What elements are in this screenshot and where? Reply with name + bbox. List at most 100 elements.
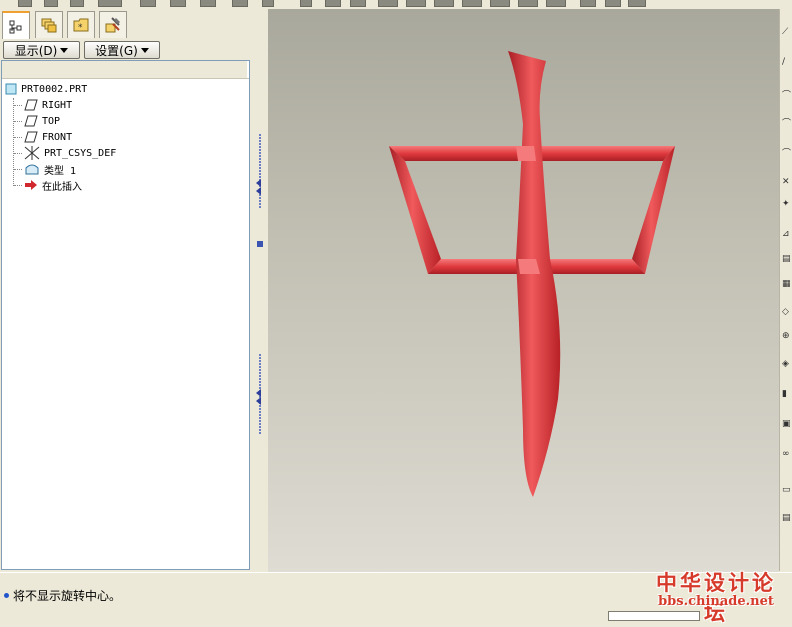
part-icon <box>5 83 17 95</box>
svg-text:*: * <box>78 23 83 33</box>
toolbar-button-icon[interactable] <box>518 0 538 7</box>
toolbar-button-icon[interactable] <box>70 0 84 7</box>
toolbar-button-icon[interactable] <box>406 0 426 7</box>
status-message: 将不显示旋转中心。 <box>4 587 121 604</box>
tree-connector <box>14 169 22 170</box>
datum-plane-icon <box>24 131 38 143</box>
tool-icon[interactable]: ◈ <box>782 359 792 369</box>
toolbar-button-icon[interactable] <box>232 0 248 7</box>
toolbar-button-icon[interactable] <box>300 0 312 7</box>
tool-icon[interactable]: / <box>782 57 792 67</box>
tree-item-insert-here[interactable]: 在此插入 <box>24 177 82 193</box>
graphics-viewport[interactable] <box>268 9 779 572</box>
star-folder-icon: * <box>73 18 89 33</box>
model-frame-right-bar <box>632 146 675 274</box>
toolbar-button-icon[interactable] <box>628 0 646 7</box>
toolbar-button-icon[interactable] <box>262 0 274 7</box>
watermark-url: bbs.chinade.net <box>658 594 774 609</box>
tree-item-label: 在此插入 <box>42 181 82 193</box>
tree-connector <box>13 98 14 186</box>
status-message-text: 将不显示旋转中心。 <box>13 589 122 603</box>
layer-tree-tab[interactable] <box>35 11 63 38</box>
toolbar-button-icon[interactable] <box>350 0 366 7</box>
tree-item-top[interactable]: TOP <box>24 113 60 129</box>
toolbar-button-icon[interactable] <box>434 0 454 7</box>
chevron-down-icon <box>60 47 69 53</box>
tool-icon[interactable]: ▤ <box>782 513 792 523</box>
toolbar-button-icon[interactable] <box>325 0 341 7</box>
toolbar-button-icon[interactable] <box>546 0 566 7</box>
site-watermark: 中华设计论坛 bbs.chinade.net <box>645 567 787 625</box>
toolbar-button-icon[interactable] <box>170 0 186 7</box>
toolbar-button-icon[interactable] <box>18 0 32 7</box>
settings-menu-button[interactable]: 设置(G) <box>84 41 160 59</box>
tool-icon[interactable]: ∞ <box>782 449 792 459</box>
tool-icon[interactable]: ◇ <box>782 307 792 317</box>
tool-icon[interactable]: ▤ <box>782 254 792 264</box>
tree-connector <box>14 185 22 186</box>
sash-grip <box>259 134 261 209</box>
folder-layers-icon <box>41 18 57 33</box>
settings-menu-label: 设置(G) <box>95 43 138 58</box>
navigator-button-row: 显示(D) 设置(G) <box>0 39 252 61</box>
tree-item-label: FRONT <box>42 131 73 143</box>
tree-connector <box>14 105 22 106</box>
tree-item-label: RIGHT <box>42 99 73 111</box>
tree-item-front[interactable]: FRONT <box>24 129 72 145</box>
display-menu-label: 显示(D) <box>14 43 58 58</box>
display-menu-button[interactable]: 显示(D) <box>3 41 80 59</box>
collapse-arrow-icon[interactable] <box>256 397 261 405</box>
tool-icon[interactable]: ⌒ <box>782 91 792 101</box>
collapse-arrow-icon[interactable] <box>256 389 261 397</box>
model-tree-tab[interactable] <box>2 11 30 40</box>
part-model-render <box>389 51 675 497</box>
tree-item-label: PRT_CSYS_DEF <box>44 147 117 159</box>
tree-connector <box>14 153 22 154</box>
toolbar-button-icon[interactable] <box>580 0 596 7</box>
tool-icon[interactable]: ▦ <box>782 279 792 289</box>
toolbar-button-icon[interactable] <box>140 0 156 7</box>
sash-marker-icon <box>257 241 263 247</box>
toolbar-button-icon[interactable] <box>200 0 216 7</box>
tool-icon[interactable]: ✦ <box>782 199 792 209</box>
tree-item-feature[interactable]: 类型 1 <box>24 161 76 177</box>
tree-item-label: 类型 1 <box>44 165 77 177</box>
hammer-wrench-icon <box>105 17 120 33</box>
feature-icon <box>25 164 39 175</box>
tools-tab[interactable] <box>99 11 127 38</box>
message-bullet-icon <box>4 593 9 598</box>
favorites-tab[interactable]: * <box>67 11 95 38</box>
toolbar-button-icon[interactable] <box>44 0 58 7</box>
tree-root-item[interactable]: PRT0002.PRT <box>5 81 87 97</box>
tool-icon[interactable]: ▭ <box>782 485 792 495</box>
tool-icon[interactable]: ⟋ <box>782 27 792 37</box>
tree-connector <box>14 137 22 138</box>
datum-plane-icon <box>24 115 38 127</box>
toolbar-button-icon[interactable] <box>98 0 122 7</box>
tool-icon[interactable]: ⊿ <box>782 229 792 239</box>
navigator-tabs: * <box>0 9 252 40</box>
model-tree[interactable]: PRT0002.PRT RIGHT TOP FRONT PRT_CSYS_DEF… <box>1 60 250 570</box>
tool-icon[interactable]: ▮ <box>782 389 792 399</box>
toolbar-button-icon[interactable] <box>378 0 398 7</box>
collapse-arrow-icon[interactable] <box>256 187 261 195</box>
navigator-sash[interactable] <box>252 9 268 571</box>
tool-icon[interactable]: ✕ <box>782 177 792 187</box>
tool-icon[interactable]: ⊕ <box>782 331 792 341</box>
coordinate-system-icon <box>24 146 40 160</box>
tool-icon[interactable]: ⌒ <box>782 149 792 159</box>
tree-item-label: TOP <box>42 115 61 127</box>
tool-icon[interactable]: ⌒ <box>782 119 792 129</box>
tree-column-header <box>2 61 249 79</box>
insert-here-arrow-icon <box>25 180 37 190</box>
tree-item-csys[interactable]: PRT_CSYS_DEF <box>24 145 116 161</box>
chevron-down-icon <box>140 47 149 53</box>
tree-root-label: PRT0002.PRT <box>21 83 88 95</box>
collapse-arrow-icon[interactable] <box>256 179 261 187</box>
toolbar-button-icon[interactable] <box>462 0 482 7</box>
model-joint-top <box>516 146 536 161</box>
tool-icon[interactable]: ▣ <box>782 419 792 429</box>
toolbar-button-icon[interactable] <box>490 0 510 7</box>
toolbar-button-icon[interactable] <box>605 0 621 7</box>
tree-item-right[interactable]: RIGHT <box>24 97 72 113</box>
